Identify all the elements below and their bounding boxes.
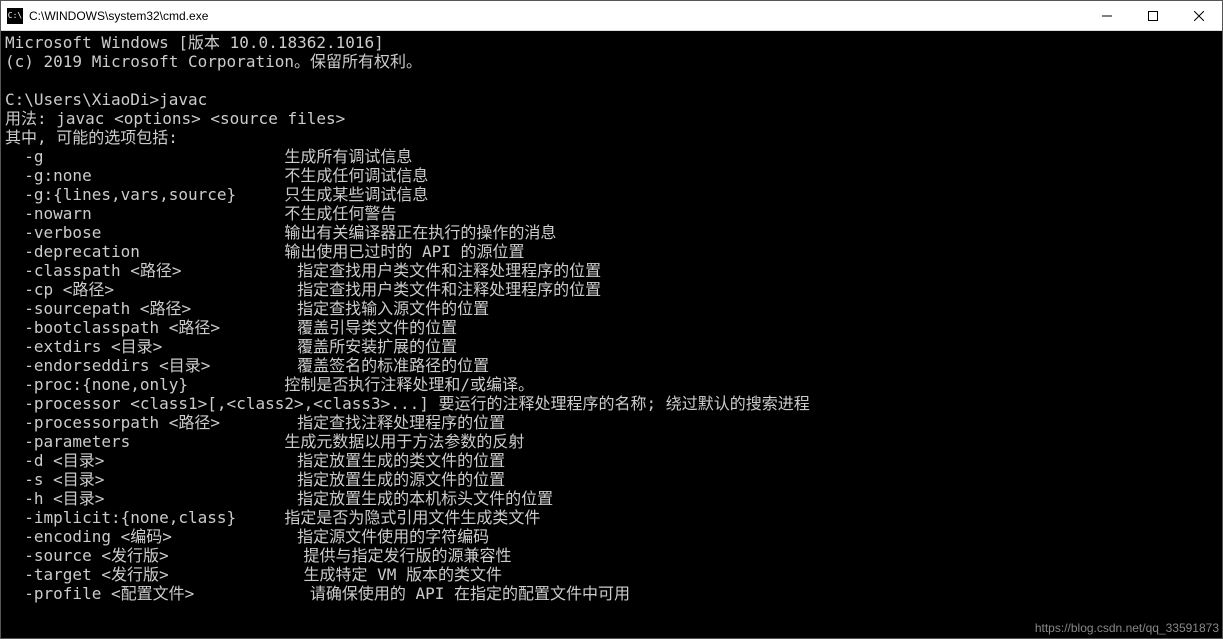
window-title: C:\WINDOWS\system32\cmd.exe xyxy=(29,9,1084,23)
option-line: -source <发行版> 提供与指定发行版的源兼容性 xyxy=(5,546,511,565)
close-button[interactable] xyxy=(1176,1,1222,30)
cmd-icon: C:\ xyxy=(7,8,23,24)
option-line: -encoding <编码> 指定源文件使用的字符编码 xyxy=(5,527,489,546)
copyright-line: (c) 2019 Microsoft Corporation。保留所有权利。 xyxy=(5,52,422,71)
os-version-line: Microsoft Windows [版本 10.0.18362.1016] xyxy=(5,33,384,52)
option-line: -classpath <路径> 指定查找用户类文件和注释处理程序的位置 xyxy=(5,261,601,280)
option-line: -g:none 不生成任何调试信息 xyxy=(5,166,428,185)
option-line: -bootclasspath <路径> 覆盖引导类文件的位置 xyxy=(5,318,457,337)
option-line: -h <目录> 指定放置生成的本机标头文件的位置 xyxy=(5,489,553,508)
usage-line: 用法: javac <options> <source files> xyxy=(5,109,345,128)
option-line: -processorpath <路径> 指定查找注释处理程序的位置 xyxy=(5,413,505,432)
option-line: -extdirs <目录> 覆盖所安装扩展的位置 xyxy=(5,337,457,356)
option-line: -profile <配置文件> 请确保使用的 API 在指定的配置文件中可用 xyxy=(5,584,630,603)
cmd-window: C:\ C:\WINDOWS\system32\cmd.exe Microsof… xyxy=(0,0,1223,639)
where-line: 其中, 可能的选项包括: xyxy=(5,128,178,147)
option-line: -endorseddirs <目录> 覆盖签名的标准路径的位置 xyxy=(5,356,489,375)
option-line: -cp <路径> 指定查找用户类文件和注释处理程序的位置 xyxy=(5,280,601,299)
option-line: -proc:{none,only} 控制是否执行注释处理和/或编译。 xyxy=(5,375,534,394)
option-line: -g:{lines,vars,source} 只生成某些调试信息 xyxy=(5,185,428,204)
option-line: -parameters 生成元数据以用于方法参数的反射 xyxy=(5,432,524,451)
option-line: -sourcepath <路径> 指定查找输入源文件的位置 xyxy=(5,299,489,318)
option-line: -deprecation 输出使用已过时的 API 的源位置 xyxy=(5,242,525,261)
option-line: -s <目录> 指定放置生成的源文件的位置 xyxy=(5,470,505,489)
option-line: -g 生成所有调试信息 xyxy=(5,147,412,166)
option-line: -implicit:{none,class} 指定是否为隐式引用文件生成类文件 xyxy=(5,508,540,527)
option-line: -verbose 输出有关编译器正在执行的操作的消息 xyxy=(5,223,556,242)
terminal-output[interactable]: Microsoft Windows [版本 10.0.18362.1016] (… xyxy=(1,31,1222,638)
minimize-button[interactable] xyxy=(1084,1,1130,30)
option-line: -nowarn 不生成任何警告 xyxy=(5,204,396,223)
prompt-line: C:\Users\XiaoDi>javac xyxy=(5,90,207,109)
maximize-button[interactable] xyxy=(1130,1,1176,30)
window-controls xyxy=(1084,1,1222,30)
watermark-text: https://blog.csdn.net/qq_33591873 xyxy=(1035,621,1219,635)
option-line: -d <目录> 指定放置生成的类文件的位置 xyxy=(5,451,505,470)
option-line: -processor <class1>[,<class2>,<class3>..… xyxy=(5,394,810,413)
titlebar[interactable]: C:\ C:\WINDOWS\system32\cmd.exe xyxy=(1,1,1222,31)
option-line: -target <发行版> 生成特定 VM 版本的类文件 xyxy=(5,565,502,584)
